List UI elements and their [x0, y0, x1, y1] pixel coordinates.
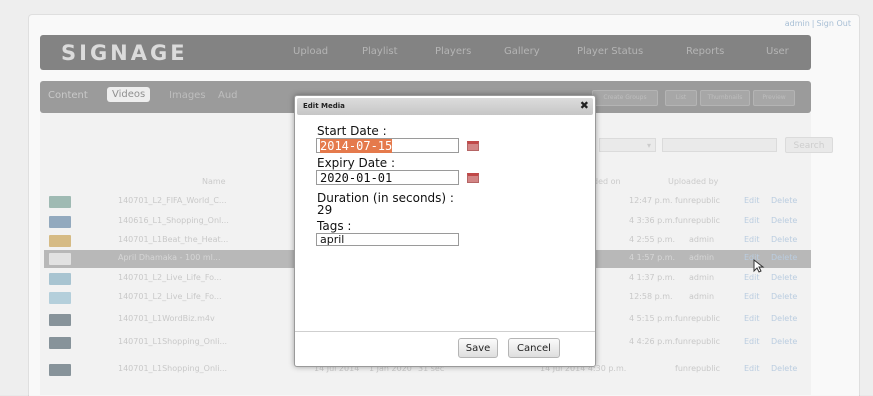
duration-value: 29 [317, 203, 333, 217]
calendar-icon[interactable] [467, 141, 479, 151]
edit-media-dialog: Edit Media ✖ Start Date : 2014-07-15 Exp… [294, 95, 596, 367]
expiry-date-label: Expiry Date : [317, 156, 396, 170]
calendar-icon[interactable] [467, 173, 479, 183]
dialog-title: Edit Media [297, 98, 593, 115]
dialog-footer [295, 331, 595, 332]
expiry-date-field[interactable]: 2020-01-01 [316, 170, 459, 185]
tags-label: Tags : [317, 219, 352, 233]
duration-label: Duration (in seconds) : [317, 191, 454, 205]
start-date-label: Start Date : [317, 124, 387, 138]
close-icon[interactable]: ✖ [580, 97, 589, 114]
start-date-field[interactable]: 2014-07-15 [316, 138, 459, 153]
mouse-pointer-icon [753, 259, 765, 273]
start-date-value: 2014-07-15 [320, 139, 393, 153]
cancel-button[interactable]: Cancel [508, 338, 560, 358]
tags-field[interactable]: april [316, 233, 459, 246]
save-button[interactable]: Save [458, 338, 498, 358]
